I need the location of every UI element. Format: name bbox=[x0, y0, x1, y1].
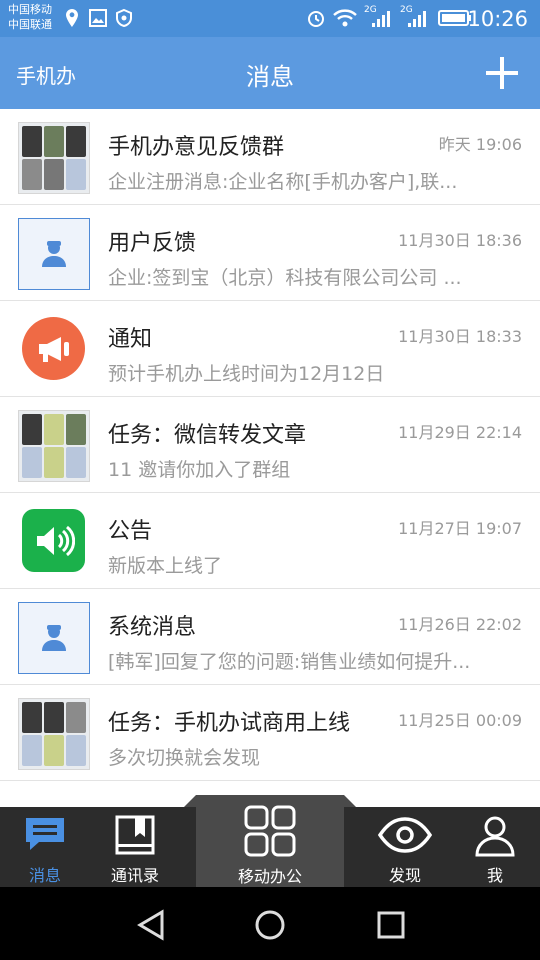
carrier-1: 中国移动 bbox=[8, 3, 52, 16]
megaphone-icon bbox=[22, 317, 85, 380]
tab-label: 移动办公 bbox=[237, 867, 302, 886]
conversation-time: 昨天 19:06 bbox=[438, 135, 522, 154]
shield-icon bbox=[116, 8, 132, 28]
contacts-book-icon bbox=[115, 815, 155, 855]
chat-bubble-icon bbox=[26, 818, 64, 850]
plus-icon[interactable] bbox=[486, 57, 518, 89]
status-bar: 中国移动 中国联通 2G 2G 10:26 bbox=[0, 0, 540, 37]
signal-icon bbox=[408, 11, 426, 27]
tab-mobile-office[interactable]: 移动办公 bbox=[196, 805, 344, 887]
tab-messages[interactable]: 消息 bbox=[0, 807, 90, 887]
list-item[interactable]: 任务：微信转发文章 11月29日 22:14 11 邀请你加入了群组 bbox=[0, 397, 540, 493]
eye-icon bbox=[378, 817, 432, 853]
clock: 10:26 bbox=[467, 7, 528, 31]
app-header: 手机办 消息 bbox=[0, 37, 540, 109]
list-item[interactable]: 公告 11月27日 19:07 新版本上线了 bbox=[0, 493, 540, 589]
system-nav-bar bbox=[0, 887, 540, 960]
conversation-time: 11月25日 00:09 bbox=[398, 711, 522, 730]
person-icon bbox=[18, 218, 90, 290]
speaker-icon bbox=[22, 509, 85, 572]
conversation-name: 通知 bbox=[108, 327, 153, 352]
list-item[interactable]: 用户反馈 11月30日 18:36 企业:签到宝（北京）科技有限公司公司 ... bbox=[0, 205, 540, 301]
user-icon bbox=[475, 816, 515, 857]
tab-label: 通讯录 bbox=[110, 866, 159, 885]
list-item[interactable]: 手机办意见反馈群 昨天 19:06 企业注册消息:企业名称[手机办客户],联..… bbox=[0, 109, 540, 205]
tab-discover[interactable]: 发现 bbox=[360, 807, 450, 887]
carrier-info: 中国移动 中国联通 bbox=[8, 2, 52, 32]
conversation-name: 任务：微信转发文章 bbox=[108, 423, 307, 448]
message-list: 手机办意见反馈群 昨天 19:06 企业注册消息:企业名称[手机办客户],联..… bbox=[0, 109, 540, 781]
image-icon bbox=[89, 9, 107, 27]
conversation-name: 任务：手机办试商用上线 bbox=[108, 711, 351, 736]
tab-label: 发现 bbox=[388, 866, 421, 885]
page-title: 消息 bbox=[246, 63, 294, 91]
conversation-name: 用户反馈 bbox=[108, 231, 197, 256]
alarm-icon bbox=[308, 11, 324, 27]
list-item[interactable]: 通知 11月30日 18:33 预计手机办上线时间为12月12日 bbox=[0, 301, 540, 397]
conversation-time: 11月30日 18:36 bbox=[398, 231, 522, 250]
carrier-2: 中国联通 bbox=[8, 18, 52, 31]
conversation-time: 11月30日 18:33 bbox=[398, 327, 522, 346]
conversation-preview: 多次切换就会发现 bbox=[108, 747, 261, 769]
tab-label: 消息 bbox=[28, 866, 61, 885]
wifi-icon bbox=[333, 9, 357, 27]
signal-icon bbox=[372, 11, 390, 27]
conversation-preview: [韩军]回复了您的问题:销售业绩如何提升... bbox=[108, 651, 471, 673]
conversation-name: 手机办意见反馈群 bbox=[108, 135, 285, 160]
group-avatar bbox=[18, 410, 90, 482]
back-triangle-icon[interactable] bbox=[134, 907, 170, 943]
group-avatar bbox=[18, 698, 90, 770]
grid-apps-icon bbox=[244, 805, 296, 857]
tab-label: 我 bbox=[486, 866, 503, 885]
group-avatar bbox=[18, 122, 90, 194]
location-icon bbox=[66, 9, 78, 27]
tab-me[interactable]: 我 bbox=[450, 807, 540, 887]
home-circle-icon[interactable] bbox=[252, 907, 288, 943]
conversation-preview: 11 邀请你加入了群组 bbox=[108, 459, 291, 481]
conversation-preview: 企业:签到宝（北京）科技有限公司公司 ... bbox=[108, 267, 462, 289]
conversation-name: 系统消息 bbox=[108, 615, 197, 640]
conversation-preview: 预计手机办上线时间为12月12日 bbox=[108, 363, 385, 385]
conversation-name: 公告 bbox=[108, 519, 153, 544]
conversation-time: 11月27日 19:07 bbox=[398, 519, 522, 538]
person-icon bbox=[18, 602, 90, 674]
conversation-preview: 企业注册消息:企业名称[手机办客户],联... bbox=[108, 171, 458, 193]
list-item[interactable]: 系统消息 11月26日 22:02 [韩军]回复了您的问题:销售业绩如何提升..… bbox=[0, 589, 540, 685]
tab-contacts[interactable]: 通讯录 bbox=[90, 807, 180, 887]
conversation-time: 11月29日 22:14 bbox=[398, 423, 522, 442]
conversation-time: 11月26日 22:02 bbox=[398, 615, 522, 634]
list-item[interactable]: 任务：手机办试商用上线 11月25日 00:09 多次切换就会发现 bbox=[0, 685, 540, 781]
conversation-preview: 新版本上线了 bbox=[108, 555, 223, 577]
recents-square-icon[interactable] bbox=[373, 907, 409, 943]
